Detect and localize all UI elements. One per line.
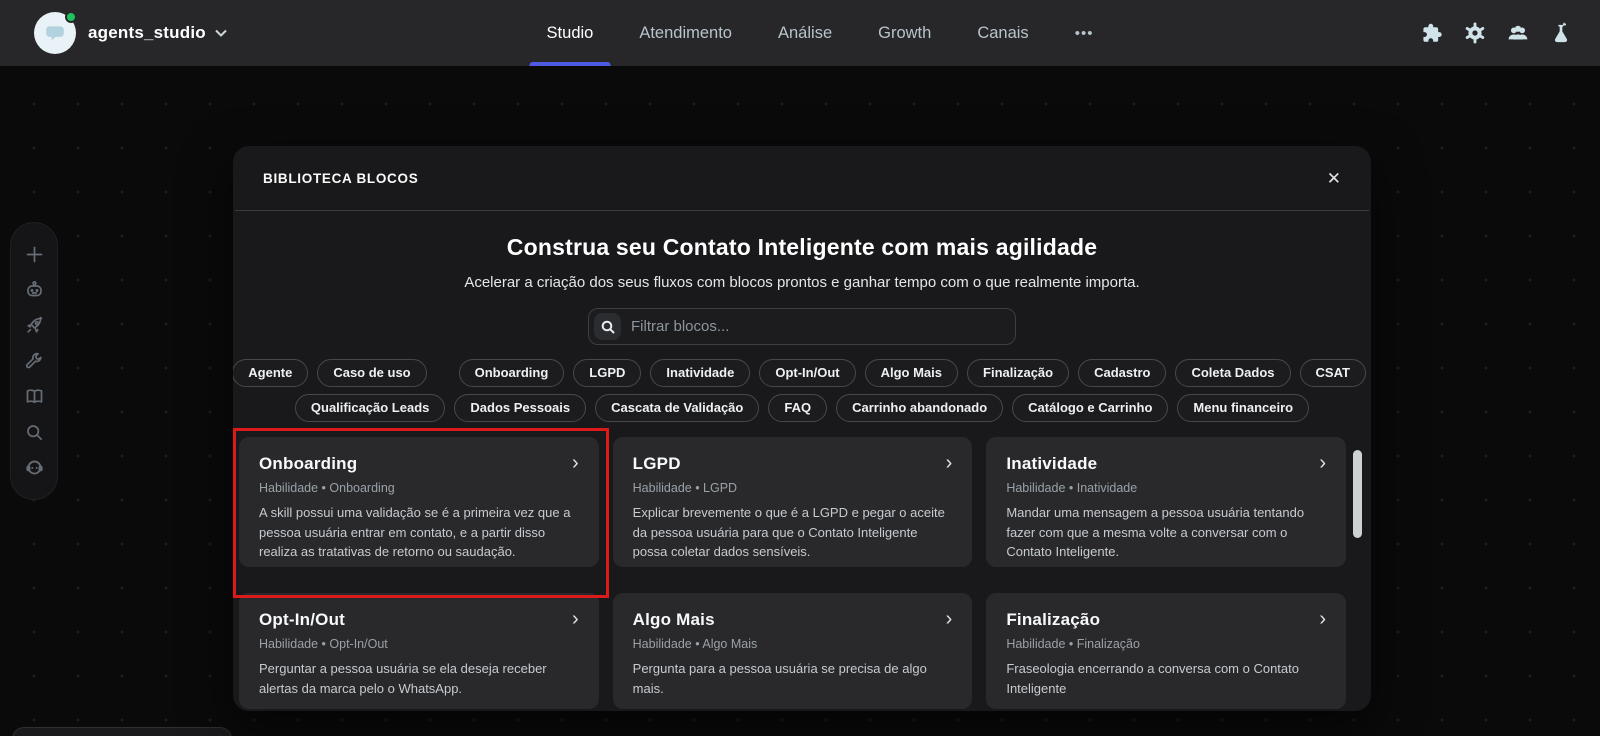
- filter-chip-opt-in-out[interactable]: Opt-In/Out: [759, 359, 855, 387]
- card-description: Fraseologia encerrando a conversa com o …: [1006, 659, 1326, 698]
- filter-chip-onboarding[interactable]: Onboarding: [459, 359, 565, 387]
- card-meta: Habilidade • LGPD: [633, 481, 953, 495]
- tab-analise[interactable]: Análise: [778, 0, 832, 66]
- workspace-brand[interactable]: agents_studio: [34, 0, 227, 66]
- library-book-icon[interactable]: [24, 386, 45, 407]
- card-title: Inatividade: [1006, 454, 1097, 474]
- chevron-down-icon[interactable]: [215, 29, 227, 37]
- library-headline: Construa seu Contato Inteligente com mai…: [233, 234, 1371, 261]
- tab-label: Studio: [547, 24, 594, 43]
- chevron-right-icon[interactable]: ›: [1319, 453, 1326, 473]
- block-card-onboarding[interactable]: Onboarding › Habilidade • Onboarding A s…: [239, 437, 599, 567]
- filter-chip-row-2: Qualificação Leads Dados Pessoais Cascat…: [233, 394, 1371, 422]
- extensions-puzzle-icon[interactable]: [1421, 22, 1443, 44]
- card-meta: Habilidade • Inatividade: [1006, 481, 1326, 495]
- close-icon[interactable]: ✕: [1327, 170, 1341, 187]
- add-plus-icon[interactable]: [24, 244, 45, 265]
- modal-title-label: BIBLIOTECA BLOCOS: [263, 171, 418, 186]
- chevron-right-icon[interactable]: ›: [946, 609, 953, 629]
- chevron-right-icon[interactable]: ›: [572, 609, 579, 629]
- card-title: LGPD: [633, 454, 681, 474]
- chevron-right-icon[interactable]: ›: [1319, 609, 1326, 629]
- settings-gear-icon[interactable]: [1464, 22, 1486, 44]
- workspace-avatar[interactable]: [34, 12, 76, 54]
- modal-header-divider: [235, 210, 1369, 211]
- support-headset-icon[interactable]: [24, 457, 45, 478]
- filter-chip-csat[interactable]: CSAT: [1300, 359, 1366, 387]
- filter-chip-faq[interactable]: FAQ: [768, 394, 827, 422]
- modal-header: BIBLIOTECA BLOCOS ✕: [233, 146, 1371, 210]
- card-description: Mandar uma mensagem a pessoa usuária ten…: [1006, 503, 1326, 562]
- block-card-inatividade[interactable]: Inatividade › Habilidade • Inatividade M…: [986, 437, 1346, 567]
- bot-icon[interactable]: [24, 279, 45, 300]
- block-card-algo-mais[interactable]: Algo Mais › Habilidade • Algo Mais Pergu…: [613, 593, 973, 709]
- workspace-name[interactable]: agents_studio: [88, 23, 206, 43]
- modal-scrollbar-thumb[interactable]: [1353, 450, 1362, 538]
- filter-chip-catalogo-carrinho[interactable]: Catálogo e Carrinho: [1012, 394, 1168, 422]
- filter-chip-agente[interactable]: Agente: [233, 359, 308, 387]
- card-description: Perguntar a pessoa usuária se ela deseja…: [259, 659, 579, 698]
- filter-chip-qualificacao-leads[interactable]: Qualificação Leads: [295, 394, 446, 422]
- block-card-opt-in-out[interactable]: Opt-In/Out › Habilidade • Opt-In/Out Per…: [239, 593, 599, 709]
- bottom-left-cutoff-panel: [12, 727, 232, 736]
- block-card-lgpd[interactable]: LGPD › Habilidade • LGPD Explicar brevem…: [613, 437, 973, 567]
- labs-flask-icon[interactable]: [1550, 22, 1572, 44]
- tab-label: Análise: [778, 24, 832, 43]
- card-title: Finalização: [1006, 610, 1100, 630]
- blocks-library-modal: BIBLIOTECA BLOCOS ✕ Construa seu Contato…: [233, 146, 1371, 711]
- card-description: A skill possui uma validação se é a prim…: [259, 503, 579, 562]
- filter-chip-finalizacao[interactable]: Finalização: [967, 359, 1069, 387]
- rocket-icon[interactable]: [24, 315, 45, 336]
- main-nav-tabs: Studio Atendimento Análise Growth Canais…: [547, 0, 1094, 66]
- card-meta: Habilidade • Onboarding: [259, 481, 579, 495]
- search-icon: [594, 313, 621, 340]
- chevron-right-icon[interactable]: ›: [572, 453, 579, 473]
- tab-label: Atendimento: [639, 24, 732, 43]
- card-description: Explicar brevemente o que é a LGPD e peg…: [633, 503, 953, 562]
- card-title: Algo Mais: [633, 610, 715, 630]
- tab-growth[interactable]: Growth: [878, 0, 931, 66]
- card-meta: Habilidade • Algo Mais: [633, 637, 953, 651]
- builder-side-toolbar: [10, 222, 58, 500]
- card-meta: Habilidade • Finalização: [1006, 637, 1326, 651]
- tab-label: Growth: [878, 24, 931, 43]
- more-tabs-button[interactable]: •••: [1075, 0, 1094, 66]
- tab-atendimento[interactable]: Atendimento: [639, 0, 732, 66]
- tab-canais[interactable]: Canais: [977, 0, 1028, 66]
- card-description: Pergunta para a pessoa usuária se precis…: [633, 659, 953, 698]
- block-card-finalizacao[interactable]: Finalização › Habilidade • Finalização F…: [986, 593, 1346, 709]
- filter-chip-coleta-dados[interactable]: Coleta Dados: [1175, 359, 1290, 387]
- card-title: Opt-In/Out: [259, 610, 345, 630]
- filter-chip-algo-mais[interactable]: Algo Mais: [865, 359, 958, 387]
- block-cards-grid: Onboarding › Habilidade • Onboarding A s…: [239, 437, 1346, 709]
- filter-search-input[interactable]: [631, 318, 1005, 335]
- filter-chip-menu-financeiro[interactable]: Menu financeiro: [1177, 394, 1309, 422]
- card-meta: Habilidade • Opt-In/Out: [259, 637, 579, 651]
- filter-chip-carrinho-abandonado[interactable]: Carrinho abandonado: [836, 394, 1003, 422]
- filter-chip-inatividade[interactable]: Inatividade: [650, 359, 750, 387]
- online-status-dot: [65, 11, 77, 23]
- filter-chip-cadastro[interactable]: Cadastro: [1078, 359, 1166, 387]
- chat-bubble-icon: [44, 22, 66, 44]
- filter-chip-dados-pessoais[interactable]: Dados Pessoais: [454, 394, 586, 422]
- search-icon[interactable]: [24, 422, 45, 443]
- filter-chip-lgpd[interactable]: LGPD: [573, 359, 641, 387]
- library-subtitle: Acelerar a criação dos seus fluxos com b…: [233, 274, 1371, 291]
- tab-studio[interactable]: Studio: [547, 0, 594, 66]
- chevron-right-icon[interactable]: ›: [946, 453, 953, 473]
- filter-chip-row-1: Habilidade Agente Caso de uso Onboarding…: [233, 359, 1371, 387]
- filter-chip-cascata-validacao[interactable]: Cascata de Validação: [595, 394, 759, 422]
- top-navbar: agents_studio Studio Atendimento Análise…: [0, 0, 1600, 66]
- card-title: Onboarding: [259, 454, 357, 474]
- tab-label: Canais: [977, 24, 1028, 43]
- filter-search-field[interactable]: [588, 308, 1016, 345]
- navbar-action-icons: [1421, 0, 1572, 66]
- wrench-icon[interactable]: [24, 351, 45, 372]
- filter-chip-caso-de-uso[interactable]: Caso de uso: [317, 359, 426, 387]
- members-group-icon[interactable]: [1507, 22, 1529, 44]
